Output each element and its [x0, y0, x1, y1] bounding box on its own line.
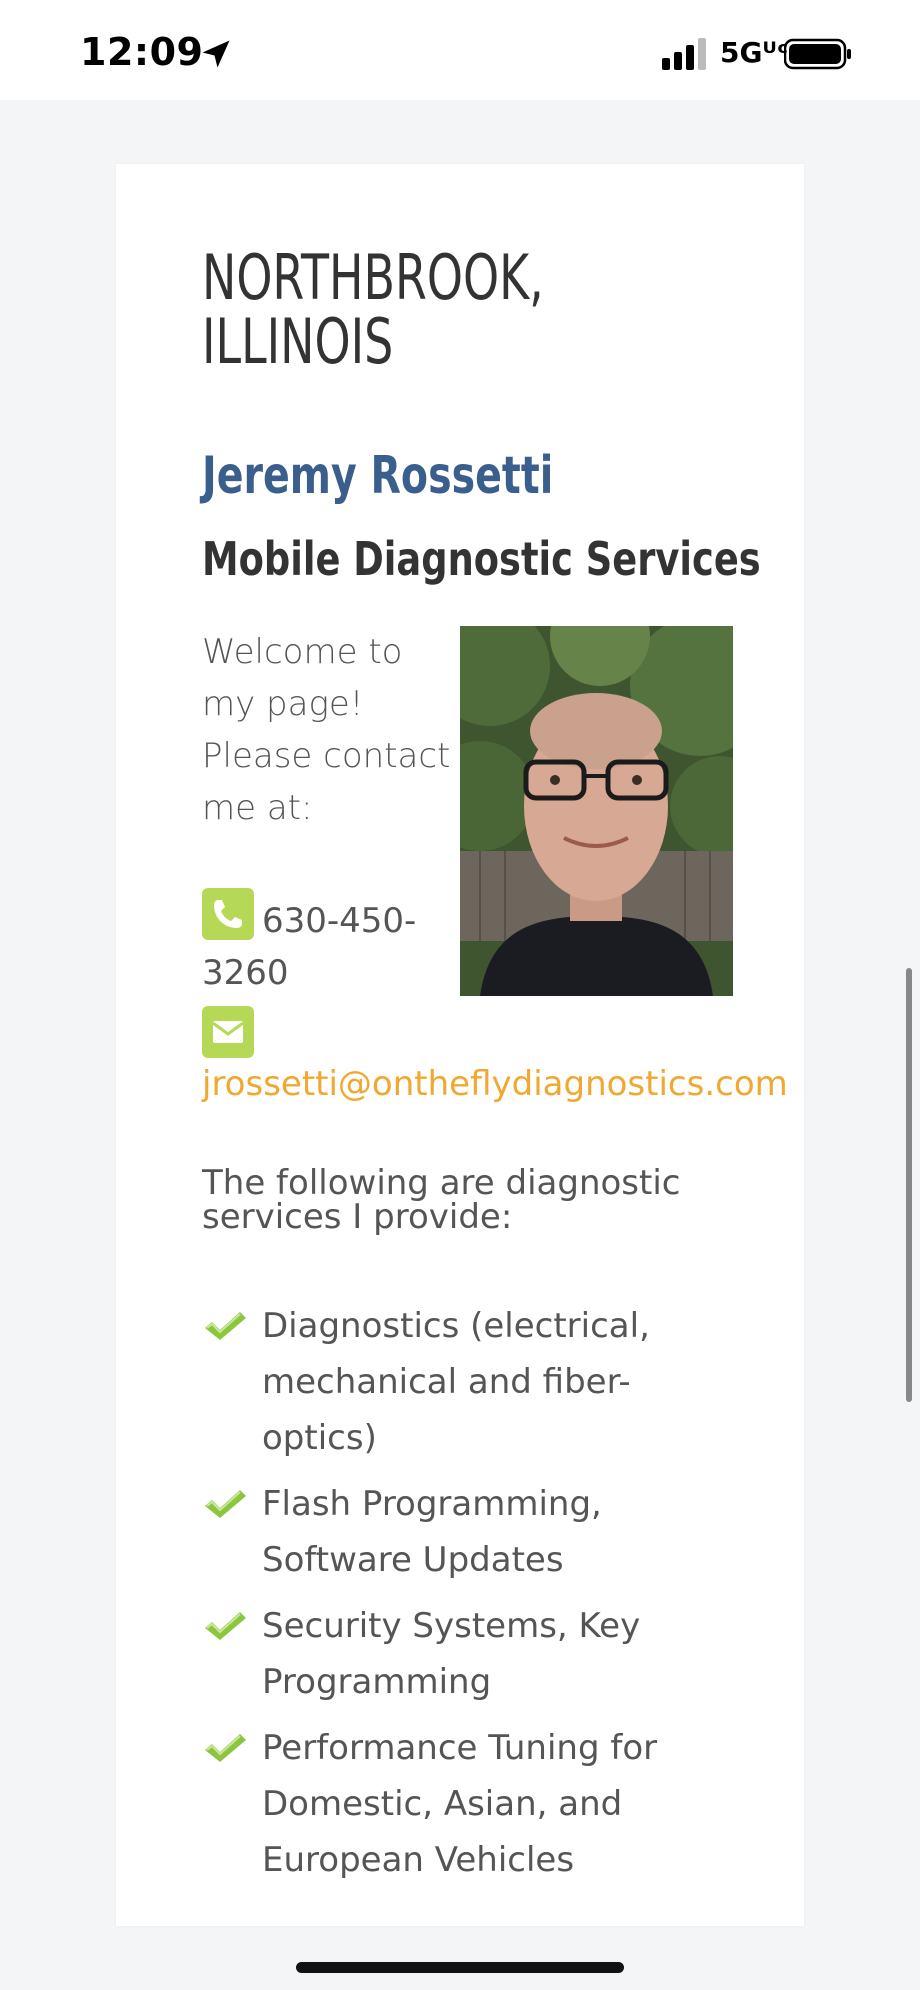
- location-arrow-icon: [202, 40, 230, 68]
- checkmark-icon: [205, 1312, 246, 1340]
- checkmark-icon: [205, 1734, 246, 1762]
- battery-icon: [784, 38, 851, 70]
- services-list: Diagnostics (electrical, mechanical and …: [202, 1298, 742, 1898]
- status-time: 12:09: [80, 30, 204, 74]
- business-subtitle: Mobile Diagnostic Services: [202, 532, 761, 586]
- welcome-text: Welcome to my page! Please contact me at…: [202, 632, 451, 828]
- list-item: Flash Programming, Software Updates: [202, 1476, 742, 1588]
- phone-number[interactable]: 630-450-3260: [202, 895, 442, 999]
- email-link[interactable]: jrossetti@ontheflydiagnostics.com: [202, 1064, 788, 1104]
- profile-photo: [460, 626, 733, 996]
- services-intro: The following are diagnostic services I …: [202, 1163, 681, 1237]
- scrollbar[interactable]: [906, 968, 912, 1402]
- service-label: Performance Tuning for Domestic, Asian, …: [262, 1728, 658, 1880]
- home-indicator[interactable]: [296, 1962, 624, 1973]
- signal-bars-icon: [662, 38, 706, 70]
- list-item: Security Systems, Key Programming: [202, 1598, 742, 1710]
- page-title: NORTHBROOK, ILLINOIS: [202, 241, 544, 378]
- list-item: Performance Tuning for Domestic, Asian, …: [202, 1720, 742, 1888]
- list-item: Diagnostics (electrical, mechanical and …: [202, 1298, 742, 1466]
- person-name: Jeremy Rossetti: [202, 446, 554, 506]
- checkmark-icon: [205, 1490, 246, 1518]
- network-label: 5Gᵁᶜ: [720, 36, 789, 69]
- checkmark-icon: [205, 1612, 246, 1640]
- service-label: Flash Programming, Software Updates: [262, 1484, 602, 1580]
- envelope-icon: [202, 1006, 254, 1058]
- service-label: Security Systems, Key Programming: [262, 1606, 641, 1702]
- service-label: Diagnostics (electrical, mechanical and …: [262, 1306, 650, 1458]
- status-bar: 12:09 5Gᵁᶜ: [0, 0, 920, 100]
